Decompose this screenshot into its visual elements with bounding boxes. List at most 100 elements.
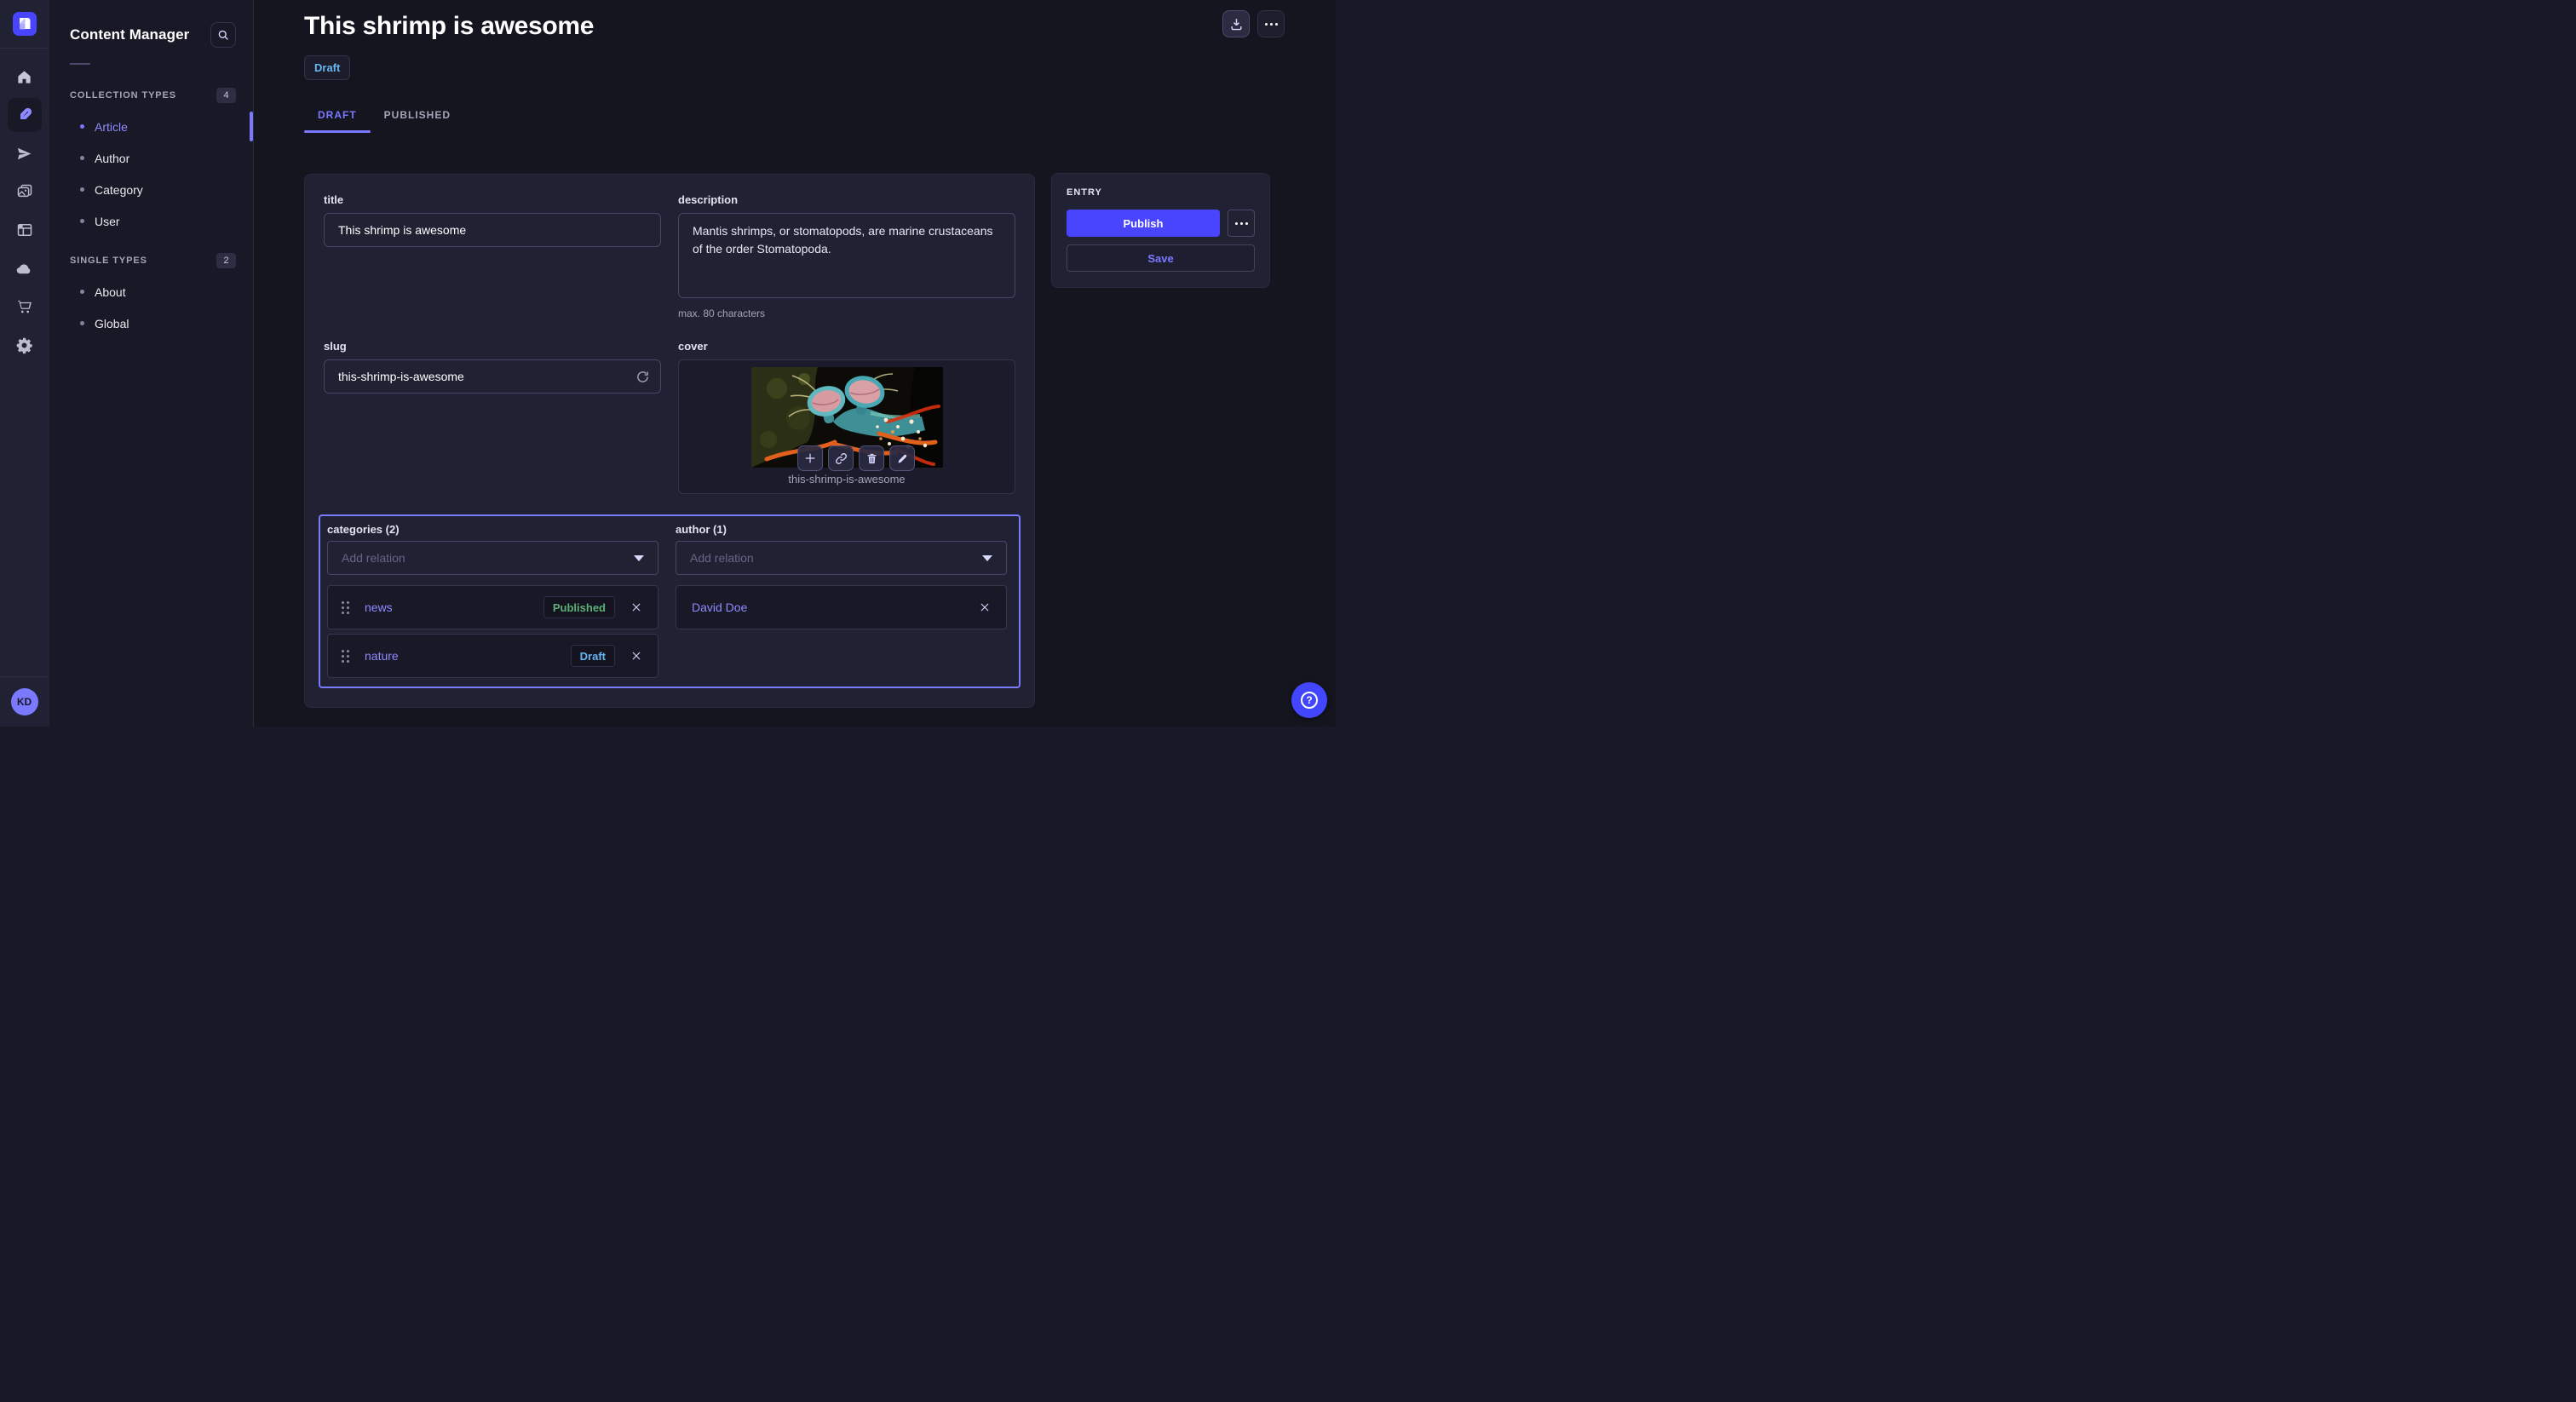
user-avatar[interactable]: KD	[11, 688, 38, 715]
sidebar-item-user[interactable]: User	[70, 205, 236, 237]
page-title: This shrimp is awesome	[304, 12, 594, 41]
remove-relation-button[interactable]	[629, 600, 644, 615]
bullet-icon	[80, 219, 84, 223]
settings-gear-icon[interactable]	[8, 328, 42, 362]
relation-link-nature[interactable]: nature	[365, 649, 571, 663]
sidebar-item-category[interactable]: Category	[70, 174, 236, 205]
rail-divider-bottom	[0, 676, 49, 677]
collection-types-count-badge: 4	[216, 88, 236, 103]
add-asset-button[interactable]	[797, 445, 823, 471]
sidebar-divider	[70, 63, 90, 65]
bullet-icon	[80, 156, 84, 160]
cover-label: cover	[678, 340, 1015, 353]
edit-asset-button[interactable]	[889, 445, 915, 471]
save-button[interactable]: Save	[1067, 244, 1255, 272]
media-library-icon[interactable]	[8, 175, 42, 209]
published-status-badge: Published	[543, 596, 615, 618]
categories-relation-combobox[interactable]: Add relation	[327, 541, 658, 575]
sidebar-title: Content Manager	[70, 26, 189, 43]
description-textarea[interactable]: Mantis shrimps, or stomatopods, are mari…	[678, 213, 1015, 298]
description-label: description	[678, 193, 1015, 206]
entry-more-button[interactable]	[1228, 210, 1255, 237]
bullet-icon	[80, 290, 84, 294]
regenerate-slug-button[interactable]	[634, 368, 651, 385]
cover-asset-card: this-shrimp-is-awesome	[678, 359, 1015, 494]
delete-asset-button[interactable]	[859, 445, 884, 471]
content-manager-sidebar: Content Manager COLLECTION TYPES 4 Artic…	[49, 0, 254, 727]
tab-draft[interactable]: DRAFT	[304, 102, 371, 133]
collection-types-header: COLLECTION TYPES	[70, 90, 176, 101]
entry-panel: ENTRY Publish Save	[1051, 173, 1270, 288]
version-tabs: DRAFT PUBLISHED	[304, 102, 464, 133]
author-label: author (1)	[676, 523, 1007, 536]
content-type-builder-icon[interactable]	[8, 213, 42, 247]
categories-label: categories (2)	[327, 523, 658, 536]
single-types-header: SINGLE TYPES	[70, 256, 147, 266]
cover-filename: this-shrimp-is-awesome	[788, 473, 905, 486]
chevron-down-icon	[634, 555, 644, 561]
close-icon	[630, 601, 642, 613]
releases-icon[interactable]	[8, 136, 42, 170]
ellipsis-icon	[1235, 222, 1248, 225]
tab-published[interactable]: PUBLISHED	[371, 102, 464, 133]
strapi-logo-icon[interactable]	[13, 12, 37, 36]
author-relation-combobox[interactable]: Add relation	[676, 541, 1007, 575]
relation-item-nature: nature Draft	[327, 634, 658, 678]
status-badge: Draft	[304, 55, 350, 80]
field-title: title	[324, 193, 661, 319]
help-button[interactable]: ?	[1291, 682, 1327, 718]
question-mark-icon: ?	[1301, 692, 1318, 709]
search-icon	[217, 29, 230, 42]
copy-link-button[interactable]	[828, 445, 854, 471]
close-icon	[630, 650, 642, 662]
relation-link-news[interactable]: news	[365, 600, 543, 614]
link-icon	[835, 452, 848, 465]
sidebar-item-about[interactable]: About	[70, 276, 236, 307]
ellipsis-icon	[1265, 23, 1278, 26]
marketplace-cart-icon[interactable]	[8, 290, 42, 324]
bullet-icon	[80, 124, 84, 129]
relation-link-david-doe[interactable]: David Doe	[692, 600, 977, 614]
bullet-icon	[80, 187, 84, 192]
drag-handle-icon[interactable]	[342, 601, 349, 614]
field-slug: slug	[324, 340, 661, 494]
app-root: KD Content Manager COLLECTION TYPES 4 Ar…	[0, 0, 1336, 727]
content-manager-icon[interactable]	[8, 98, 42, 132]
field-cover: cover	[678, 340, 1015, 494]
download-icon	[1229, 17, 1244, 32]
search-button[interactable]	[210, 22, 236, 48]
entry-panel-title: ENTRY	[1067, 187, 1255, 198]
sidebar-item-author[interactable]: Author	[70, 142, 236, 174]
title-input[interactable]	[324, 213, 661, 247]
single-types-count-badge: 2	[216, 253, 236, 268]
bullet-icon	[80, 321, 84, 325]
relations-highlight-outline: categories (2) Add relation news Publish…	[319, 514, 1021, 688]
home-icon[interactable]	[8, 60, 42, 94]
slug-input[interactable]	[324, 359, 661, 394]
chevron-down-icon	[982, 555, 992, 561]
remove-relation-button[interactable]	[977, 600, 992, 615]
field-author: author (1) Add relation David Doe	[676, 523, 1007, 678]
publish-button[interactable]: Publish	[1067, 210, 1220, 237]
draft-status-badge: Draft	[571, 645, 615, 667]
main-content: This shrimp is awesome Draft DRAFT PUBLI…	[254, 0, 1336, 727]
title-label: title	[324, 193, 661, 206]
description-helper: max. 80 characters	[678, 307, 1015, 319]
header-more-button[interactable]	[1257, 10, 1285, 37]
relation-item-news: news Published	[327, 585, 658, 629]
close-icon	[979, 601, 991, 613]
sidebar-item-article[interactable]: Article	[70, 111, 236, 142]
plus-icon	[803, 451, 817, 465]
cloud-deploy-icon[interactable]	[8, 251, 42, 285]
relation-item-david-doe: David Doe	[676, 585, 1007, 629]
slug-label: slug	[324, 340, 661, 353]
trash-icon	[865, 452, 878, 465]
sidebar-item-global[interactable]: Global	[70, 307, 236, 339]
edit-form-card: title description Mantis shrimps, or sto…	[304, 174, 1035, 708]
field-categories: categories (2) Add relation news Publish…	[327, 523, 658, 678]
icon-rail: KD	[0, 0, 49, 727]
export-button[interactable]	[1222, 10, 1250, 37]
rail-divider	[0, 48, 49, 49]
remove-relation-button[interactable]	[629, 648, 644, 664]
drag-handle-icon[interactable]	[342, 650, 349, 663]
